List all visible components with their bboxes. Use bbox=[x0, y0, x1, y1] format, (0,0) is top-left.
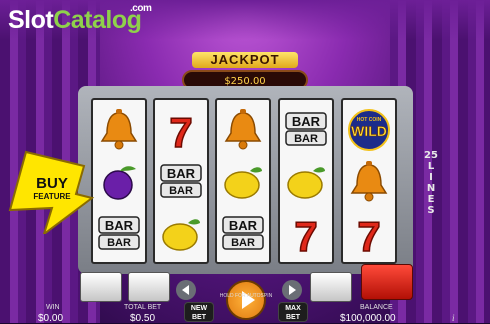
balance-value: $100,000.00 bbox=[340, 313, 396, 324]
lemon-icon bbox=[224, 167, 262, 199]
reel-2: 7 BAR BAR bbox=[153, 98, 209, 264]
new-bet-button[interactable]: NEW BET bbox=[184, 302, 214, 322]
arrow-right-icon bbox=[289, 285, 296, 295]
bar-icon: BAR BAR bbox=[222, 216, 264, 250]
svg-text:BAR: BAR bbox=[107, 237, 131, 249]
bar-icon: BAR BAR bbox=[285, 112, 327, 146]
bell-icon bbox=[100, 109, 138, 150]
balance-label: BALANCE bbox=[360, 304, 393, 311]
play-icon bbox=[242, 291, 255, 309]
bell-icon bbox=[350, 161, 388, 202]
reel-symbol bbox=[219, 158, 267, 206]
control-key-3[interactable] bbox=[310, 272, 352, 302]
svg-text:BAR: BAR bbox=[229, 218, 258, 233]
svg-text:BAR: BAR bbox=[231, 237, 255, 249]
reel-4: BAR BAR 7 bbox=[278, 98, 334, 264]
buy-feature-button[interactable]: BUY FEATURE bbox=[6, 150, 96, 237]
new-bet-line1: NEW bbox=[190, 305, 208, 312]
control-key-2[interactable] bbox=[128, 272, 170, 302]
svg-text:BAR: BAR bbox=[292, 114, 321, 129]
logo-slot: Slot bbox=[8, 6, 54, 34]
red-action-key[interactable] bbox=[361, 264, 413, 300]
jackpot-title: JACKPOT bbox=[192, 52, 298, 68]
max-bet-line1: MAX bbox=[285, 305, 301, 312]
svg-text:BAR: BAR bbox=[169, 185, 193, 197]
spin-button[interactable] bbox=[226, 280, 266, 320]
lemon-icon bbox=[287, 167, 325, 199]
reel-symbol bbox=[282, 158, 330, 206]
increase-bet-button[interactable] bbox=[282, 280, 302, 300]
svg-text:7: 7 bbox=[357, 213, 380, 257]
reel-symbol: 7 bbox=[282, 210, 330, 258]
seven-icon: 7 bbox=[357, 212, 382, 257]
total-bet-value: $0.50 bbox=[130, 313, 156, 324]
paylines-label: LINES bbox=[426, 161, 436, 216]
reel-symbol bbox=[345, 158, 393, 206]
reel-symbol: 7 bbox=[157, 106, 205, 154]
svg-text:7: 7 bbox=[294, 213, 317, 257]
svg-text:7: 7 bbox=[169, 109, 192, 153]
reel-symbol: BAR BAR bbox=[219, 210, 267, 258]
reel-symbol bbox=[95, 158, 143, 206]
svg-text:BAR: BAR bbox=[167, 166, 196, 181]
buy-feature-line1: BUY bbox=[36, 175, 68, 192]
reel-symbol: BAR BAR bbox=[282, 106, 330, 154]
arrow-left-icon bbox=[182, 285, 189, 295]
buy-feature-line2: FEATURE bbox=[33, 192, 71, 201]
new-bet-line2: BET bbox=[192, 314, 206, 321]
seven-icon: 7 bbox=[294, 212, 319, 257]
svg-text:BAR: BAR bbox=[294, 133, 318, 145]
site-logo: SlotCatalog .com bbox=[8, 3, 152, 35]
svg-text:WILD: WILD bbox=[351, 123, 387, 139]
wild-icon: HOT COINWILD bbox=[348, 109, 390, 151]
paylines-count: 25 bbox=[424, 150, 438, 161]
logo-suffix: .com bbox=[130, 3, 152, 14]
win-label: WIN bbox=[46, 304, 60, 311]
max-bet-line2: BET bbox=[286, 314, 300, 321]
bell-icon bbox=[224, 109, 262, 150]
svg-text:BAR: BAR bbox=[105, 218, 134, 233]
max-bet-button[interactable]: MAX BET bbox=[278, 302, 308, 322]
reel-symbol: 7 bbox=[345, 210, 393, 258]
reel-5: HOT COIN WILD 7 bbox=[341, 98, 397, 264]
reel-symbol bbox=[157, 210, 205, 258]
reel-symbol: HOT COIN WILD bbox=[345, 106, 393, 154]
reel-3: BAR BAR bbox=[215, 98, 271, 264]
reel-symbol: BAR BAR bbox=[95, 210, 143, 258]
reel-symbol: BAR BAR bbox=[157, 158, 205, 206]
win-value: $0.00 bbox=[38, 313, 64, 324]
reel-1: BAR BAR bbox=[91, 98, 147, 264]
logo-catalog: Catalog bbox=[53, 6, 142, 34]
reel-symbol bbox=[219, 106, 267, 154]
paylines-indicator: 25 LINES bbox=[422, 150, 440, 250]
plum-icon bbox=[103, 166, 136, 200]
decrease-bet-button[interactable] bbox=[176, 280, 196, 300]
reel-symbol bbox=[95, 106, 143, 154]
total-bet-label: TOTAL BET bbox=[124, 304, 162, 311]
hold-for-autospin-text: HOLD FOR AUTOSPIN bbox=[219, 293, 273, 299]
info-icon[interactable]: i bbox=[452, 313, 455, 323]
bar-icon: BAR BAR bbox=[160, 164, 202, 198]
lemon-icon bbox=[162, 219, 200, 251]
bar-icon: BAR BAR bbox=[98, 216, 140, 250]
control-key-1[interactable] bbox=[80, 272, 122, 302]
seven-icon: 7 bbox=[169, 108, 194, 153]
